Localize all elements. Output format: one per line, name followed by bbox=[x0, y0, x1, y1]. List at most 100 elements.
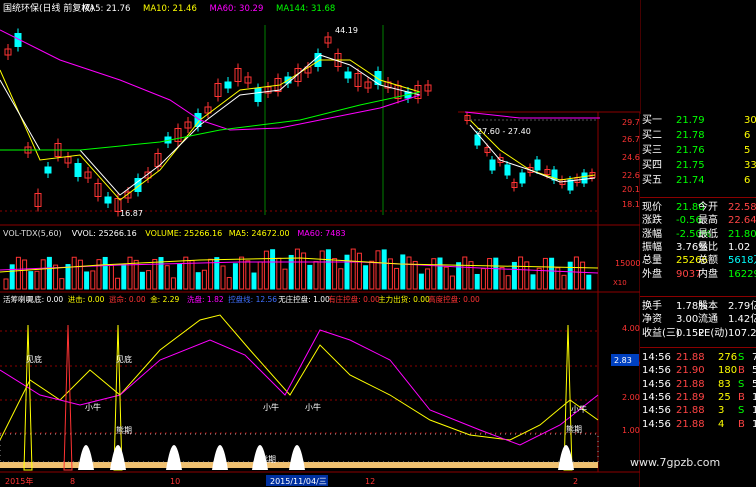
volume-bar bbox=[561, 274, 567, 290]
volume-bar bbox=[499, 267, 505, 290]
quote-cell: 21.78 bbox=[676, 130, 705, 141]
quote-cell: 内盘 bbox=[698, 268, 718, 280]
side-divider bbox=[640, 197, 756, 198]
volume-bar bbox=[40, 259, 46, 290]
quote-row: 净资 3.00 流通 1.42亿 bbox=[640, 313, 756, 326]
volume-bar bbox=[313, 261, 319, 290]
quote-cell: 33 bbox=[744, 160, 756, 171]
volume-bar bbox=[319, 250, 325, 290]
volume-bar bbox=[462, 256, 468, 290]
volume-bar bbox=[164, 265, 170, 290]
quote-row: 总量25266总额5618万 bbox=[640, 254, 756, 267]
quote-cell: 22.58 bbox=[728, 202, 756, 213]
bid-row: 买二 21.78 6 bbox=[640, 129, 756, 142]
volume-tick-label: 15000 bbox=[615, 259, 640, 268]
quote-row: 现价 21.80 今开 22.58 bbox=[640, 201, 756, 214]
volume-bar bbox=[257, 261, 263, 290]
tick-trade-row: 14:56 21.88 83 S 5 bbox=[640, 378, 756, 391]
quote-cell: 1 bbox=[752, 405, 756, 417]
quote-row: 振幅 3.76% 量比 1.02 bbox=[640, 241, 756, 254]
volume-bar bbox=[524, 261, 530, 290]
volume-bar bbox=[431, 258, 437, 290]
quote-cell: 107.2 bbox=[728, 327, 756, 339]
quote-cell: 6 bbox=[744, 130, 751, 141]
quote-cell: 14:56 bbox=[642, 405, 671, 417]
volume-bar bbox=[400, 254, 406, 290]
signal-label: 小牛 bbox=[571, 404, 587, 414]
quote-cell: 买四 bbox=[642, 160, 662, 171]
quote-cell: 83 bbox=[718, 378, 731, 390]
volume-bar bbox=[276, 257, 282, 290]
volume-bar bbox=[518, 256, 524, 290]
volume-bar bbox=[102, 256, 108, 290]
volume-bar bbox=[449, 275, 455, 290]
volume-bar bbox=[15, 256, 21, 290]
quote-row: 换手 1.78% 股本 2.79亿 bbox=[640, 300, 756, 313]
volume-bar bbox=[139, 271, 145, 290]
candle-body bbox=[519, 172, 526, 184]
low-price-label: 16.87 bbox=[120, 209, 143, 218]
range-label: 27.60 - 27.40 bbox=[477, 127, 531, 136]
quote-cell: S bbox=[738, 405, 745, 417]
volume-bar bbox=[332, 258, 338, 290]
quote-cell: 7 bbox=[752, 352, 756, 363]
quote-cell: B bbox=[738, 418, 745, 430]
volume-bar bbox=[505, 275, 511, 290]
quote-cell: 276 bbox=[718, 352, 738, 363]
quote-cell: 换手 bbox=[642, 301, 662, 312]
quote-cell: 涨幅 bbox=[642, 228, 662, 240]
quote-cell: 16229 bbox=[728, 268, 756, 280]
quote-cell: 14:56 bbox=[642, 378, 671, 390]
volume-bar bbox=[443, 266, 449, 290]
quote-cell: S bbox=[738, 378, 745, 390]
quote-cell: 6 bbox=[744, 175, 751, 186]
volume-bar bbox=[536, 267, 542, 290]
quote-cell: 21.80 bbox=[728, 228, 756, 240]
candle-body bbox=[344, 71, 352, 79]
volume-bar bbox=[282, 268, 288, 290]
quote-cell: 2.79亿 bbox=[728, 301, 756, 312]
volume-bar bbox=[493, 257, 499, 290]
indicator-yellow-line bbox=[0, 314, 599, 441]
volume-bar bbox=[115, 277, 121, 290]
quote-cell: 流通 bbox=[698, 314, 718, 326]
ma60-line bbox=[0, 29, 421, 131]
volume-bar bbox=[474, 273, 480, 290]
volume-bar bbox=[288, 254, 294, 290]
quote-cell: 21.75 bbox=[676, 160, 705, 171]
ma60-line bbox=[464, 111, 600, 119]
quote-cell: 现价 bbox=[642, 202, 662, 213]
volume-unit-label: X10 bbox=[613, 279, 627, 287]
candle-body bbox=[581, 172, 588, 184]
volume-bar bbox=[59, 278, 65, 290]
tick-trade-row: 14:56 21.88 3 S 1 bbox=[640, 404, 756, 417]
bid-row: 买四 21.75 33 bbox=[640, 159, 756, 172]
volume-bar bbox=[108, 264, 114, 290]
volume-bar bbox=[425, 268, 431, 290]
quote-cell: 外盘 bbox=[642, 268, 662, 280]
indicator-magenta-line bbox=[0, 329, 599, 446]
quote-cell: 1 bbox=[752, 391, 756, 403]
volume-bar bbox=[480, 268, 486, 290]
volume-bar bbox=[251, 272, 257, 290]
indicator-legend-label: 高度控盘: 0.00 bbox=[428, 294, 480, 304]
volume-bar bbox=[350, 248, 356, 290]
quote-cell: 3 bbox=[718, 405, 725, 417]
signal-spike bbox=[23, 324, 33, 471]
quote-cell: 14:56 bbox=[642, 391, 671, 403]
quote-cell: B bbox=[738, 365, 745, 377]
signal-hump bbox=[212, 445, 228, 470]
quote-row: 外盘9037内盘16229 bbox=[640, 268, 756, 281]
volume-bar bbox=[226, 277, 232, 290]
volume-bar bbox=[325, 249, 331, 290]
signal-label: 熊期 bbox=[260, 454, 276, 464]
signal-hump bbox=[110, 445, 126, 470]
volume-bar bbox=[9, 264, 15, 290]
indicator-legend-label: 进击: 0.00 bbox=[68, 294, 105, 304]
quote-cell: 买五 bbox=[642, 175, 662, 186]
side-divider bbox=[640, 347, 756, 348]
volume-bar bbox=[3, 278, 9, 290]
ma10-line bbox=[0, 59, 421, 201]
volume-bar bbox=[567, 261, 573, 290]
volume-bar bbox=[530, 274, 536, 290]
